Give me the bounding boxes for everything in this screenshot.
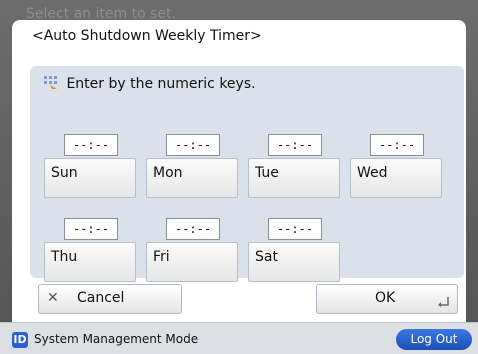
- day-button-fri[interactable]: Fri: [146, 242, 238, 282]
- cancel-label: Cancel: [77, 290, 125, 306]
- weekly-timer-dialog: <Auto Shutdown Weekly Timer> Enter by th…: [12, 20, 466, 322]
- day-label: Tue: [255, 165, 279, 181]
- instruction-text: Enter by the numeric keys.: [44, 76, 256, 92]
- instruction-label: Enter by the numeric keys.: [66, 76, 256, 92]
- day-button-mon[interactable]: Mon: [146, 158, 238, 198]
- cancel-button[interactable]: ✕ Cancel: [38, 284, 182, 314]
- day-label: Fri: [153, 249, 170, 265]
- time-field-fri[interactable]: --:--: [166, 218, 220, 240]
- id-icon: ID: [12, 332, 28, 348]
- time-field-thu[interactable]: --:--: [64, 218, 118, 240]
- time-field-mon[interactable]: --:--: [166, 134, 220, 156]
- day-label: Mon: [153, 165, 183, 181]
- day-button-sun[interactable]: Sun: [44, 158, 136, 198]
- ok-label: OK: [375, 290, 396, 306]
- close-icon: ✕: [47, 290, 59, 306]
- time-field-tue[interactable]: --:--: [268, 134, 322, 156]
- day-label: Sat: [255, 249, 278, 265]
- day-button-sat[interactable]: Sat: [248, 242, 340, 282]
- status-bar: ID System Management Mode Log Out: [0, 322, 478, 354]
- mode-label: System Management Mode: [34, 332, 199, 346]
- dialog-title: <Auto Shutdown Weekly Timer>: [32, 28, 262, 44]
- keypad-icon: [44, 76, 57, 89]
- day-label: Sun: [51, 165, 78, 181]
- time-field-sun[interactable]: --:--: [64, 134, 118, 156]
- enter-corner-icon: [438, 297, 449, 307]
- time-field-wed[interactable]: --:--: [370, 134, 424, 156]
- day-button-thu[interactable]: Thu: [44, 242, 136, 282]
- time-field-sat[interactable]: --:--: [268, 218, 322, 240]
- day-label: Thu: [51, 249, 78, 265]
- timer-panel: Enter by the numeric keys. Sun --:-- Mon…: [30, 66, 464, 282]
- day-button-wed[interactable]: Wed: [350, 158, 442, 198]
- day-label: Wed: [357, 165, 388, 181]
- logout-button[interactable]: Log Out: [396, 329, 472, 350]
- ok-button[interactable]: OK: [316, 284, 458, 314]
- dialog-footer: ✕ Cancel OK: [30, 278, 464, 322]
- day-button-tue[interactable]: Tue: [248, 158, 340, 198]
